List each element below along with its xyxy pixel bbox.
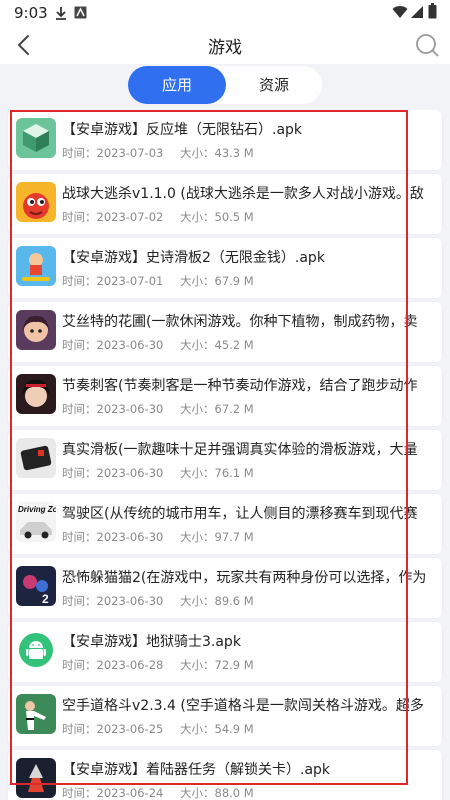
item-name: 战球大逃杀v1.1.0 (战球大逃杀是一款多人对战小游戏。敌 [62,186,424,202]
tab-resources[interactable]: 资源 [226,66,322,104]
list-item[interactable]: 【安卓游戏】地狱骑士3.apk 时间：2023-06-28 大小：72.9 M [8,622,442,682]
notification-icon [74,6,87,19]
item-name: 驾驶区(从传统的城市用车，让人侧目的漂移赛车到现代赛 [62,506,418,522]
true-skate-icon [16,438,56,478]
item-name: 空手道格斗v2.3.4 (空手道格斗是一款闯关格斗游戏。超多 [62,698,424,714]
list-item[interactable]: 2 恐怖躲猫猫2(在游戏中，玩家共有两种身份可以选择，作为 时间：2023-06… [8,558,442,618]
item-size: 大小：54.9 M [180,722,254,736]
list-item[interactable]: 【安卓游戏】反应堆（无限钻石）.apk 时间：2023-07-03 大小：43.… [8,110,442,170]
battery-icon [428,3,437,19]
cube-game-icon [16,118,56,158]
lander-mission-icon [16,758,56,798]
skateboard-game-icon [16,246,56,286]
android-icon [16,630,56,670]
sequel-number-text: 2 [42,592,49,606]
item-size: 大小：88.0 M [180,786,254,800]
horror-hide-seek-icon: 2 [16,566,56,606]
item-time: 时间：2023-07-01 [62,274,164,288]
item-time: 时间：2023-07-02 [62,210,164,224]
item-time: 时间：2023-06-30 [62,466,164,480]
item-time: 时间：2023-06-30 [62,338,164,352]
list-item[interactable]: Driving Zone 驾驶区(从传统的城市用车，让人侧目的漂移赛车到现代赛 … [8,494,442,554]
driving-zone-logo-text: Driving Zone [18,505,56,514]
item-size: 大小：45.2 M [180,338,254,352]
item-name: 恐怖躲猫猫2(在游戏中，玩家共有两种身份可以选择，作为 [62,570,427,586]
item-size: 大小：50.5 M [180,210,254,224]
item-time: 时间：2023-07-03 [62,146,164,160]
item-time: 时间：2023-06-25 [62,722,164,736]
item-name: 【安卓游戏】反应堆（无限钻石）.apk [62,122,303,138]
item-time: 时间：2023-06-30 [62,530,164,544]
download-icon [56,7,66,20]
item-size: 大小：67.2 M [180,402,254,416]
item-size: 大小：67.9 M [180,274,254,288]
item-size: 大小：97.7 M [180,530,254,544]
item-name: 【安卓游戏】地狱骑士3.apk [62,634,241,650]
item-time: 时间：2023-06-28 [62,658,164,672]
list-item[interactable]: 战球大逃杀v1.1.0 (战球大逃杀是一款多人对战小游戏。敌 时间：2023-0… [8,174,442,234]
item-name: 【安卓游戏】着陆器任务（解锁关卡）.apk [62,762,331,778]
search-icon[interactable] [412,30,442,60]
item-name: 真实滑板(一款趣味十足并强调真实体验的滑板游戏，大量 [62,442,418,458]
list-item[interactable]: 空手道格斗v2.3.4 (空手道格斗是一款闯关格斗游戏。超多 时间：2023-0… [8,686,442,746]
signal-icon [411,6,423,18]
girl-portrait-icon [16,310,56,350]
list-item[interactable]: 【安卓游戏】着陆器任务（解锁关卡）.apk 时间：2023-06-24 大小：8… [8,750,442,800]
red-ball-character-icon [16,182,56,222]
tab-switcher: 应用 资源 [128,66,322,104]
item-size: 大小：43.3 M [180,146,254,160]
item-size: 大小：89.6 M [180,594,254,608]
status-time: 9:03 [14,4,48,22]
status-bar: 9:03 [0,0,450,26]
item-name: 节奏刺客(节奏刺客是一种节奏动作游戏，结合了跑步动作 [62,378,418,394]
list-item[interactable]: 真实滑板(一款趣味十足并强调真实体验的滑板游戏，大量 时间：2023-06-30… [8,430,442,490]
game-list: 【安卓游戏】反应堆（无限钻石）.apk 时间：2023-07-03 大小：43.… [0,110,450,800]
assassin-girl-icon [16,374,56,414]
list-item[interactable]: 艾丝特的花圃(一款休闲游戏。你种下植物，制成药物，卖 时间：2023-06-30… [8,302,442,362]
karate-fight-icon [16,694,56,734]
tab-apps[interactable]: 应用 [128,66,226,104]
item-size: 大小：76.1 M [180,466,254,480]
item-size: 大小：72.9 M [180,658,254,672]
list-item[interactable]: 【安卓游戏】史诗滑板2（无限金钱）.apk 时间：2023-07-01 大小：6… [8,238,442,298]
item-time: 时间：2023-06-24 [62,786,164,800]
wifi-icon [392,6,408,19]
item-time: 时间：2023-06-30 [62,402,164,416]
driving-zone-icon: Driving Zone [16,502,56,542]
item-name: 【安卓游戏】史诗滑板2（无限金钱）.apk [62,250,325,266]
list-item[interactable]: 节奏刺客(节奏刺客是一种节奏动作游戏，结合了跑步动作 时间：2023-06-30… [8,366,442,426]
item-name: 艾丝特的花圃(一款休闲游戏。你种下植物，制成药物，卖 [62,314,418,330]
top-bar: 游戏 [0,26,450,64]
page-title: 游戏 [208,38,242,58]
item-time: 时间：2023-06-30 [62,594,164,608]
